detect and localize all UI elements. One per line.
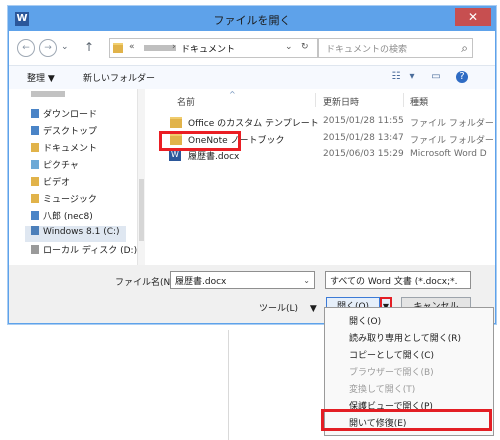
menu-item-open[interactable]: 開く(O) bbox=[349, 314, 381, 330]
file-row[interactable]: Office のカスタム テンプレート 2015/01/28 11:55 ファイ… bbox=[145, 114, 495, 130]
address-dropdown-icon[interactable]: ⌄ bbox=[285, 42, 293, 52]
disk-icon bbox=[31, 245, 39, 254]
selected-file-highlight bbox=[159, 131, 241, 151]
column-header-type[interactable]: 種類 bbox=[410, 95, 428, 108]
documents-icon bbox=[31, 143, 39, 152]
recent-locations-icon[interactable]: ⌄ bbox=[61, 42, 69, 52]
help-icon[interactable]: ? bbox=[456, 71, 468, 83]
close-button[interactable]: ✕ bbox=[455, 8, 491, 26]
music-icon bbox=[31, 194, 39, 203]
sidebar-item-documents[interactable]: ドキュメント bbox=[31, 141, 97, 157]
sidebar-item-downloads[interactable]: ダウンロード bbox=[31, 107, 97, 123]
menu-item-open-as-copy[interactable]: コピーとして開く(C) bbox=[349, 348, 434, 364]
column-divider[interactable] bbox=[315, 93, 316, 107]
search-box[interactable]: ドキュメントの検索 ⌕ bbox=[318, 38, 473, 58]
file-list: ^ 名前 更新日時 種類 Office のカスタム テンプレート 2015/01… bbox=[145, 89, 495, 265]
organize-menu[interactable]: 整理 ▼ bbox=[27, 71, 55, 84]
redacted-sidebar-entry bbox=[31, 91, 65, 97]
column-divider[interactable] bbox=[403, 93, 404, 107]
menu-item-open-in-browser: ブラウザーで開く(B) bbox=[349, 368, 434, 378]
menu-item-open-with-transform: 変換して開く(T) bbox=[349, 385, 416, 395]
sidebar-item-user[interactable]: 八郎 (nec8) bbox=[31, 209, 93, 225]
user-folder-icon bbox=[31, 211, 39, 220]
address-bar[interactable]: « › ドキュメント ⌄ ↻ bbox=[109, 38, 318, 58]
refresh-icon[interactable]: ↻ bbox=[301, 42, 309, 52]
sort-indicator-icon: ^ bbox=[229, 90, 236, 99]
pictures-icon bbox=[31, 160, 39, 169]
column-header-name[interactable]: 名前 bbox=[177, 95, 195, 108]
folder-icon bbox=[113, 43, 123, 53]
sidebar-item-drive-c[interactable]: Windows 8.1 (C:) bbox=[25, 226, 126, 242]
sidebar-item-music[interactable]: ミュージック bbox=[31, 192, 97, 208]
column-header-date[interactable]: 更新日時 bbox=[323, 95, 359, 108]
menu-item-open-read-only[interactable]: 読み取り専用として開く(R) bbox=[349, 331, 461, 347]
sidebar-item-pictures[interactable]: ピクチャ bbox=[31, 158, 79, 174]
open-and-repair-highlight bbox=[321, 409, 492, 431]
document-divider bbox=[228, 330, 229, 440]
preview-pane-icon[interactable]: ▭ bbox=[430, 71, 442, 83]
address-separator: › bbox=[172, 42, 176, 52]
windows-drive-icon bbox=[31, 226, 39, 235]
address-chevron: « bbox=[129, 42, 135, 52]
new-folder-button[interactable]: 新しいフォルダー bbox=[83, 71, 155, 84]
file-type-select[interactable]: すべての Word 文書 (*.docx;*. bbox=[325, 271, 471, 289]
tools-arrow-icon: ▼ bbox=[309, 304, 317, 314]
filename-input[interactable]: 履歴書.docx ⌄ bbox=[170, 271, 315, 289]
folder-icon bbox=[170, 117, 182, 128]
view-dropdown-icon[interactable]: ▾ bbox=[406, 71, 418, 83]
scrollbar-thumb[interactable] bbox=[139, 179, 144, 241]
navigation-bar: ← → ⌄ ↑ « › ドキュメント ⌄ ↻ ドキュメントの検索 ⌕ bbox=[9, 31, 495, 65]
command-toolbar: 整理 ▼ 新しいフォルダー ☷ ▾ ▭ ? bbox=[9, 65, 495, 91]
sidebar-item-videos[interactable]: ビデオ bbox=[31, 175, 70, 191]
up-folder-icon[interactable]: ↑ bbox=[84, 40, 94, 54]
downloads-icon bbox=[31, 109, 39, 118]
sidebar-item-desktop[interactable]: デスクトップ bbox=[31, 124, 97, 140]
dialog-title: ファイルを開く bbox=[213, 14, 291, 27]
filename-dropdown-icon[interactable]: ⌄ bbox=[303, 276, 310, 285]
address-location: ドキュメント bbox=[181, 45, 236, 55]
view-options-icon[interactable]: ☷ bbox=[390, 71, 402, 83]
sidebar-item-drive-d[interactable]: ローカル ディスク (D:) bbox=[31, 243, 137, 259]
desktop-icon bbox=[31, 126, 39, 135]
filename-label: ファイル名(N): bbox=[115, 278, 177, 288]
tools-menu[interactable]: ツール(L) ▼ bbox=[259, 301, 317, 314]
search-input[interactable]: ドキュメントの検索 bbox=[326, 42, 407, 55]
forward-icon[interactable]: → bbox=[39, 39, 57, 57]
open-file-dialog: W ファイルを開く ✕ ← → ⌄ ↑ « › ドキュメント ⌄ ↻ ドキュメン… bbox=[8, 6, 496, 324]
title-bar: W ファイルを開く ✕ bbox=[9, 7, 495, 31]
videos-icon bbox=[31, 177, 39, 186]
search-icon: ⌕ bbox=[461, 41, 468, 55]
navigation-pane: ダウンロード デスクトップ ドキュメント ピクチャ ビデオ ミュージック 八郎 … bbox=[9, 89, 146, 265]
back-icon[interactable]: ← bbox=[17, 39, 35, 57]
